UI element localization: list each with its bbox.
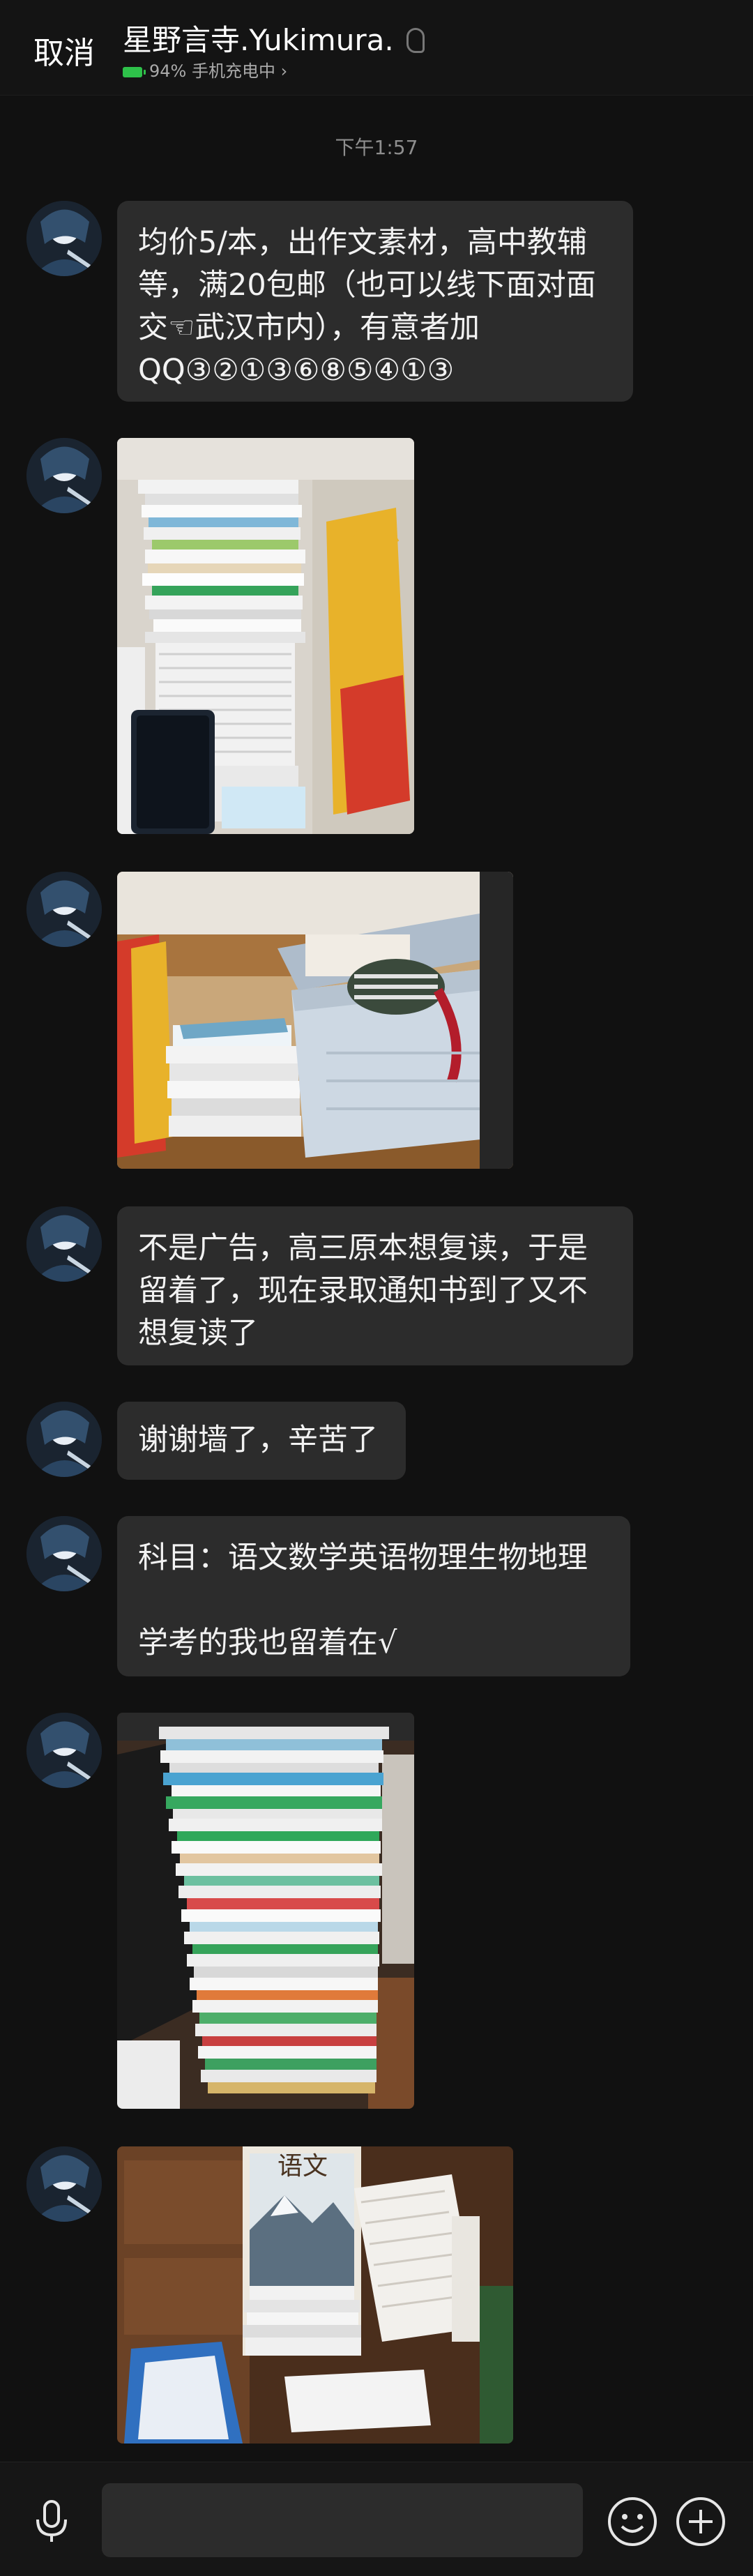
- message-input[interactable]: [102, 2483, 583, 2557]
- avatar[interactable]: [26, 1402, 102, 1477]
- earpiece-mode-icon[interactable]: [406, 28, 425, 53]
- avatar[interactable]: [26, 201, 102, 276]
- book-stack-photo-1[interactable]: [117, 438, 414, 834]
- message-bubble[interactable]: 谢谢墙了，辛苦了: [117, 1402, 406, 1480]
- avatar[interactable]: [26, 872, 102, 947]
- microphone-icon[interactable]: [26, 2496, 77, 2546]
- charging-status: 手机充电中: [191, 61, 275, 81]
- chat-header: 取消 星野言寺.Yukimura. 94% 手机充电中 ›: [0, 0, 753, 96]
- contact-name: 星野言寺.Yukimura.: [123, 23, 394, 57]
- message-line: [138, 1579, 609, 1622]
- book-box-photo[interactable]: [117, 872, 513, 1169]
- message-line: 交☜武汉市内），有意者加: [138, 310, 480, 345]
- device-status[interactable]: 94% 手机充电中 ›: [123, 57, 287, 82]
- battery-icon: [123, 67, 146, 77]
- avatar[interactable]: [26, 2146, 102, 2222]
- message-line: 等，满20包邮（也可以线下面对面: [138, 268, 596, 303]
- chevron-right-icon: ›: [280, 61, 288, 81]
- plus-icon[interactable]: [674, 2494, 728, 2549]
- message-line: 科目：语文数学英语物理生物地理: [138, 1540, 588, 1575]
- message-bubble[interactable]: 均价5/本，出作文素材，高中教辅 等，满20包邮（也可以线下面对面 交☜武汉市内…: [117, 201, 633, 402]
- chinese-textbook-photo[interactable]: 语文: [117, 2146, 513, 2444]
- message-line: 不是广告，高三原本想复读，于是: [138, 1231, 588, 1266]
- chat-title: 星野言寺.Yukimura.: [123, 17, 425, 59]
- message-bubble[interactable]: 科目：语文数学英语物理生物地理 学考的我也留着在√: [117, 1516, 630, 1676]
- avatar[interactable]: [26, 1516, 102, 1591]
- avatar[interactable]: [26, 1713, 102, 1788]
- message-line: QQ③②①③⑥⑧⑤④①③: [138, 353, 455, 388]
- message-line: 谢谢墙了，辛苦了: [138, 1423, 378, 1457]
- avatar[interactable]: [26, 438, 102, 513]
- book-stack-photo-2[interactable]: [117, 1713, 414, 2109]
- cancel-button[interactable]: 取消: [33, 28, 95, 73]
- input-bar: [0, 2462, 753, 2576]
- emoji-icon[interactable]: [605, 2494, 660, 2549]
- message-line: 想复读了: [138, 1316, 258, 1351]
- avatar[interactable]: [26, 1206, 102, 1282]
- message-bubble[interactable]: 不是广告，高三原本想复读，于是 留着了，现在录取通知书到了又不 想复读了: [117, 1206, 633, 1365]
- message-line: 均价5/本，出作文素材，高中教辅: [138, 225, 587, 260]
- message-line: 学考的我也留着在√: [138, 1626, 397, 1660]
- message-timestamp: 下午1:57: [335, 136, 418, 159]
- battery-percent: 94%: [149, 61, 187, 81]
- message-line: 留着了，现在录取通知书到了又不: [138, 1273, 588, 1308]
- textbook-title: 语文: [277, 2152, 328, 2181]
